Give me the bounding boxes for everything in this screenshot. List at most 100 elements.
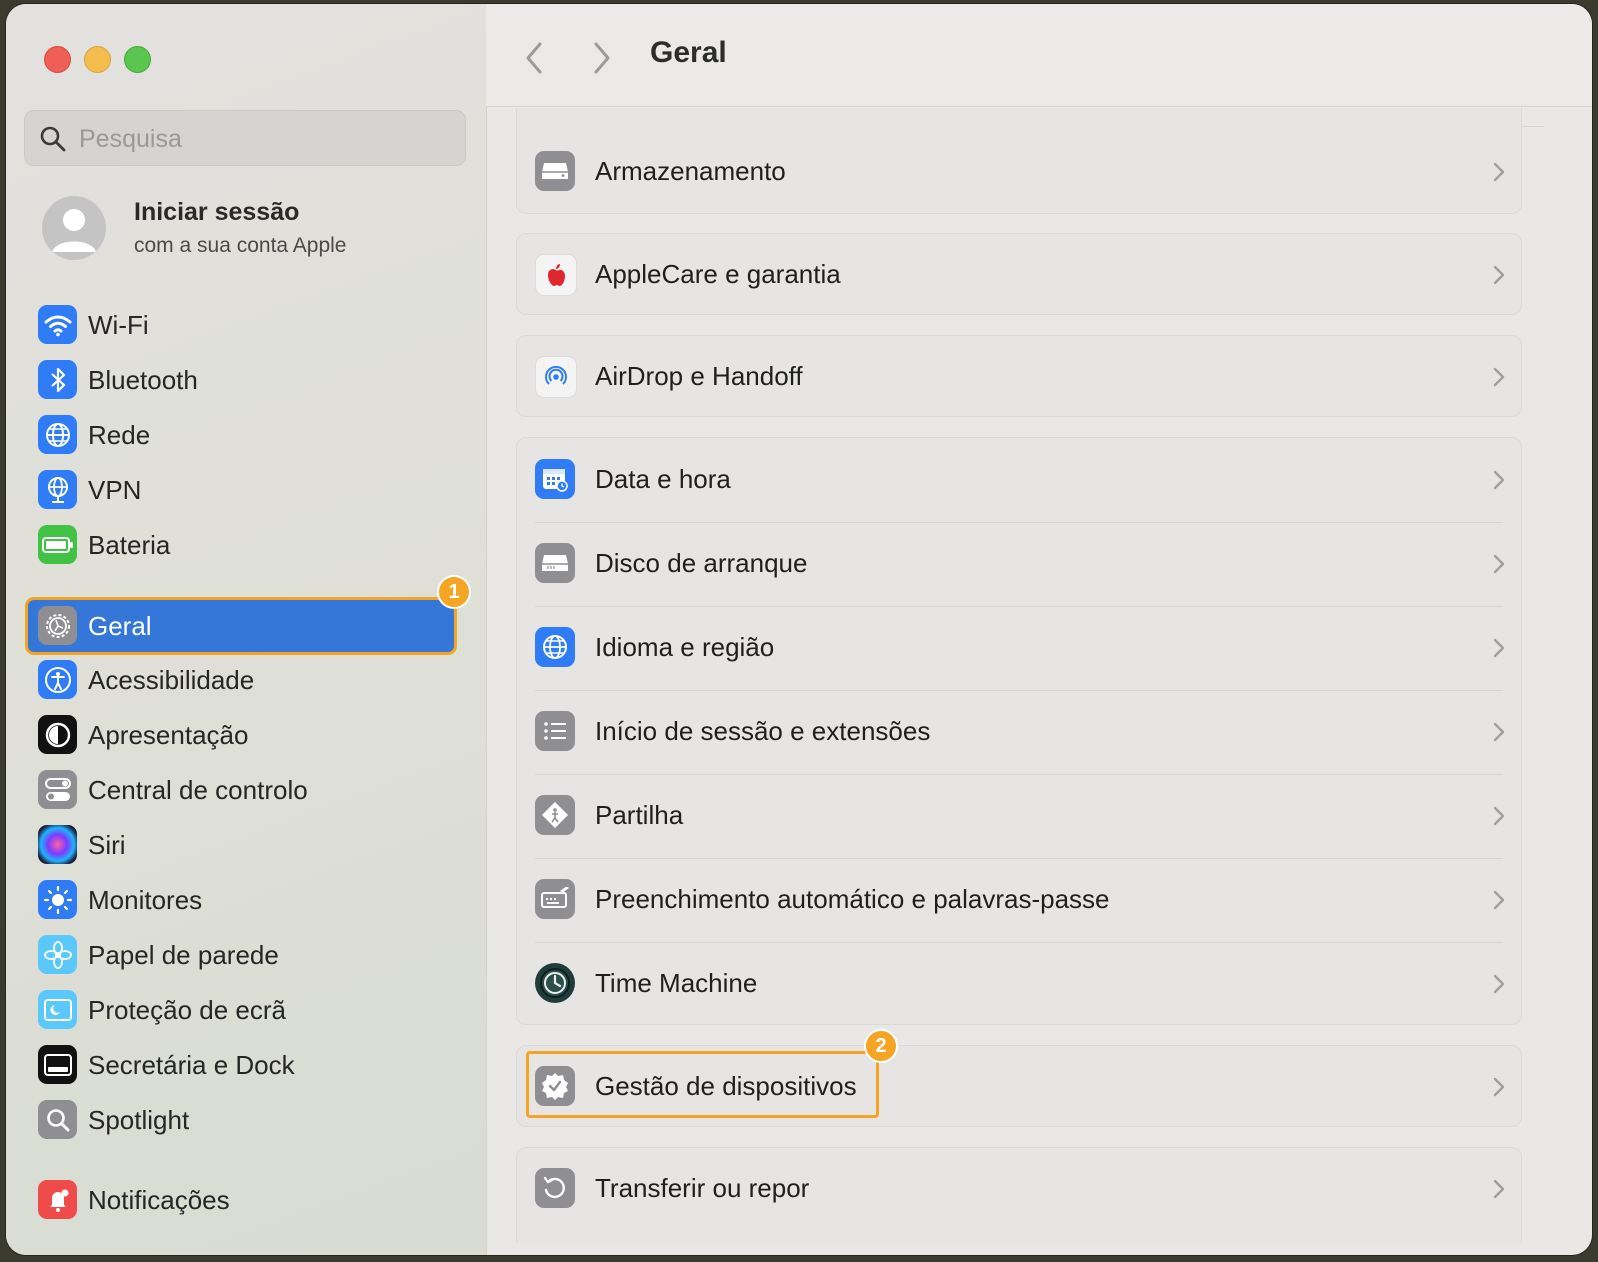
- sidebar: Iniciar sessão com a sua conta Apple Wi-…: [6, 4, 487, 1255]
- search-input[interactable]: [77, 119, 451, 159]
- gear-icon: [38, 606, 77, 645]
- accessibility-icon: [38, 660, 77, 699]
- time-machine-icon: [535, 963, 575, 1003]
- row-airdrop-handoff[interactable]: AirDrop e Handoff: [517, 335, 1521, 419]
- avatar: [42, 196, 106, 260]
- chevron-right-icon: [1493, 806, 1505, 826]
- sidebar-item-label: Secretária e Dock: [88, 1050, 295, 1080]
- row-label: Data e hora: [595, 464, 731, 494]
- sidebar-item-label: Proteção de ecrã: [88, 995, 287, 1025]
- chevron-right-icon: [1493, 367, 1505, 387]
- list-icon: [535, 711, 575, 751]
- minimize-window-button[interactable]: [84, 46, 111, 73]
- search-field[interactable]: [24, 110, 466, 166]
- sidebar-item-bateria[interactable]: Bateria: [36, 520, 456, 570]
- disk-icon: [535, 543, 575, 583]
- forward-chevron-icon[interactable]: [586, 38, 618, 78]
- sidebar-item-vpn[interactable]: VPN: [36, 465, 456, 515]
- highlight-box: [526, 1051, 879, 1118]
- row-inicio-sessao-extensoes[interactable]: Início de sessão e extensões: [517, 690, 1521, 774]
- row-idioma-regiao[interactable]: Idioma e região: [517, 606, 1521, 690]
- dock-icon: [38, 1045, 77, 1084]
- sidebar-item-rede[interactable]: Rede: [36, 410, 456, 460]
- drive-icon: [535, 151, 575, 191]
- row-transferir-repor[interactable]: Transferir ou repor: [517, 1147, 1521, 1231]
- row-label: AirDrop e Handoff: [595, 361, 803, 391]
- search-icon: [40, 126, 66, 152]
- row-partilha[interactable]: Partilha: [517, 774, 1521, 858]
- row-time-machine[interactable]: Time Machine: [517, 942, 1521, 1026]
- zoom-window-button[interactable]: [124, 46, 151, 73]
- sidebar-item-label: Apresentação: [88, 720, 249, 750]
- row-label: Disco de arranque: [595, 548, 808, 578]
- sidebar-item-spotlight[interactable]: Spotlight: [36, 1095, 456, 1145]
- row-preenchimento-automatico[interactable]: Preenchimento automático e palavras-pass…: [517, 858, 1521, 942]
- airdrop-icon: [535, 356, 577, 398]
- battery-icon: [38, 525, 77, 564]
- row-label: Time Machine: [595, 968, 758, 998]
- sidebar-item-label: Notificações: [88, 1185, 230, 1215]
- step-badge-1: 1: [437, 575, 471, 609]
- sidebar-item-label: Monitores: [88, 885, 203, 915]
- autofill-icon: [535, 879, 575, 919]
- row-data-hora[interactable]: Data e hora: [517, 438, 1521, 522]
- sidebar-item-label: Central de controlo: [88, 775, 308, 805]
- airdrop-group: AirDrop e Handoff: [516, 335, 1522, 417]
- sidebar-item-bluetooth[interactable]: Bluetooth: [36, 355, 456, 405]
- row-label: AppleCare e garantia: [595, 259, 841, 289]
- back-chevron-icon[interactable]: [518, 38, 550, 78]
- sidebar-item-label: Bateria: [88, 530, 171, 560]
- general-settings-group: Data e hora Disco de arranque Idioma e r…: [516, 437, 1522, 1025]
- chevron-right-icon: [1493, 162, 1505, 182]
- chevron-right-icon: [1493, 554, 1505, 574]
- row-armazenamento[interactable]: Armazenamento: [517, 130, 1521, 214]
- control-center-icon: [38, 770, 77, 809]
- row-applecare[interactable]: AppleCare e garantia: [517, 233, 1521, 317]
- flower-icon: [38, 935, 77, 974]
- chevron-right-icon: [1493, 470, 1505, 490]
- main-panel: Geral Armazenamento AppleCare e garantia: [486, 4, 1592, 1255]
- sidebar-item-acessibilidade[interactable]: Acessibilidade: [36, 655, 456, 705]
- person-icon: [52, 209, 96, 252]
- apple-account-signin[interactable]: Iniciar sessão com a sua conta Apple: [42, 196, 462, 266]
- settings-window: Iniciar sessão com a sua conta Apple Wi-…: [6, 4, 1592, 1255]
- sidebar-item-apresentacao[interactable]: Apresentação: [36, 710, 456, 760]
- sidebar-item-wifi[interactable]: Wi-Fi: [36, 300, 456, 350]
- sidebar-item-notificacoes[interactable]: Notificações: [36, 1175, 456, 1225]
- page-title: Geral: [650, 36, 727, 69]
- sidebar-item-label: Acessibilidade: [88, 665, 255, 695]
- storage-group: Armazenamento: [516, 108, 1522, 214]
- toolbar: Geral: [486, 4, 1592, 107]
- row-label: Armazenamento: [595, 156, 786, 186]
- transfer-reset-group: Transferir ou repor: [516, 1147, 1522, 1243]
- close-window-button[interactable]: [44, 46, 71, 73]
- sidebar-item-monitores[interactable]: Monitores: [36, 875, 456, 925]
- sidebar-item-label: Papel de parede: [88, 940, 279, 970]
- sidebar-item-label: Bluetooth: [88, 365, 198, 395]
- row-disco-arranque[interactable]: Disco de arranque: [517, 522, 1521, 606]
- chevron-right-icon: [1493, 1179, 1505, 1199]
- row-label: Transferir ou repor: [595, 1173, 810, 1203]
- chevron-right-icon: [1493, 265, 1505, 285]
- sidebar-item-label: Wi-Fi: [88, 310, 149, 340]
- sidebar-item-protecao-de-ecra[interactable]: Proteção de ecrã: [36, 985, 456, 1035]
- sidebar-item-secretaria-e-dock[interactable]: Secretária e Dock: [36, 1040, 456, 1090]
- sidebar-item-central-de-controlo[interactable]: Central de controlo: [36, 765, 456, 815]
- bluetooth-icon: [38, 360, 77, 399]
- sidebar-item-label: Geral: [88, 611, 152, 641]
- sidebar-item-geral[interactable]: Geral: [28, 600, 454, 652]
- chevron-right-icon: [1493, 722, 1505, 742]
- apple-icon: [535, 254, 577, 296]
- chevron-right-icon: [1493, 974, 1505, 994]
- sidebar-item-label: Spotlight: [88, 1105, 190, 1135]
- globe-network-icon: [38, 415, 77, 454]
- sidebar-item-papel-de-parede[interactable]: Papel de parede: [36, 930, 456, 980]
- row-label: Início de sessão e extensões: [595, 716, 931, 746]
- applecare-group: AppleCare e garantia: [516, 233, 1522, 315]
- row-label: Idioma e região: [595, 632, 775, 662]
- sidebar-item-siri[interactable]: Siri: [36, 820, 456, 870]
- sidebar-item-label: VPN: [88, 475, 142, 505]
- chevron-right-icon: [1493, 890, 1505, 910]
- screensaver-icon: [38, 990, 77, 1029]
- calendar-clock-icon: [535, 459, 575, 499]
